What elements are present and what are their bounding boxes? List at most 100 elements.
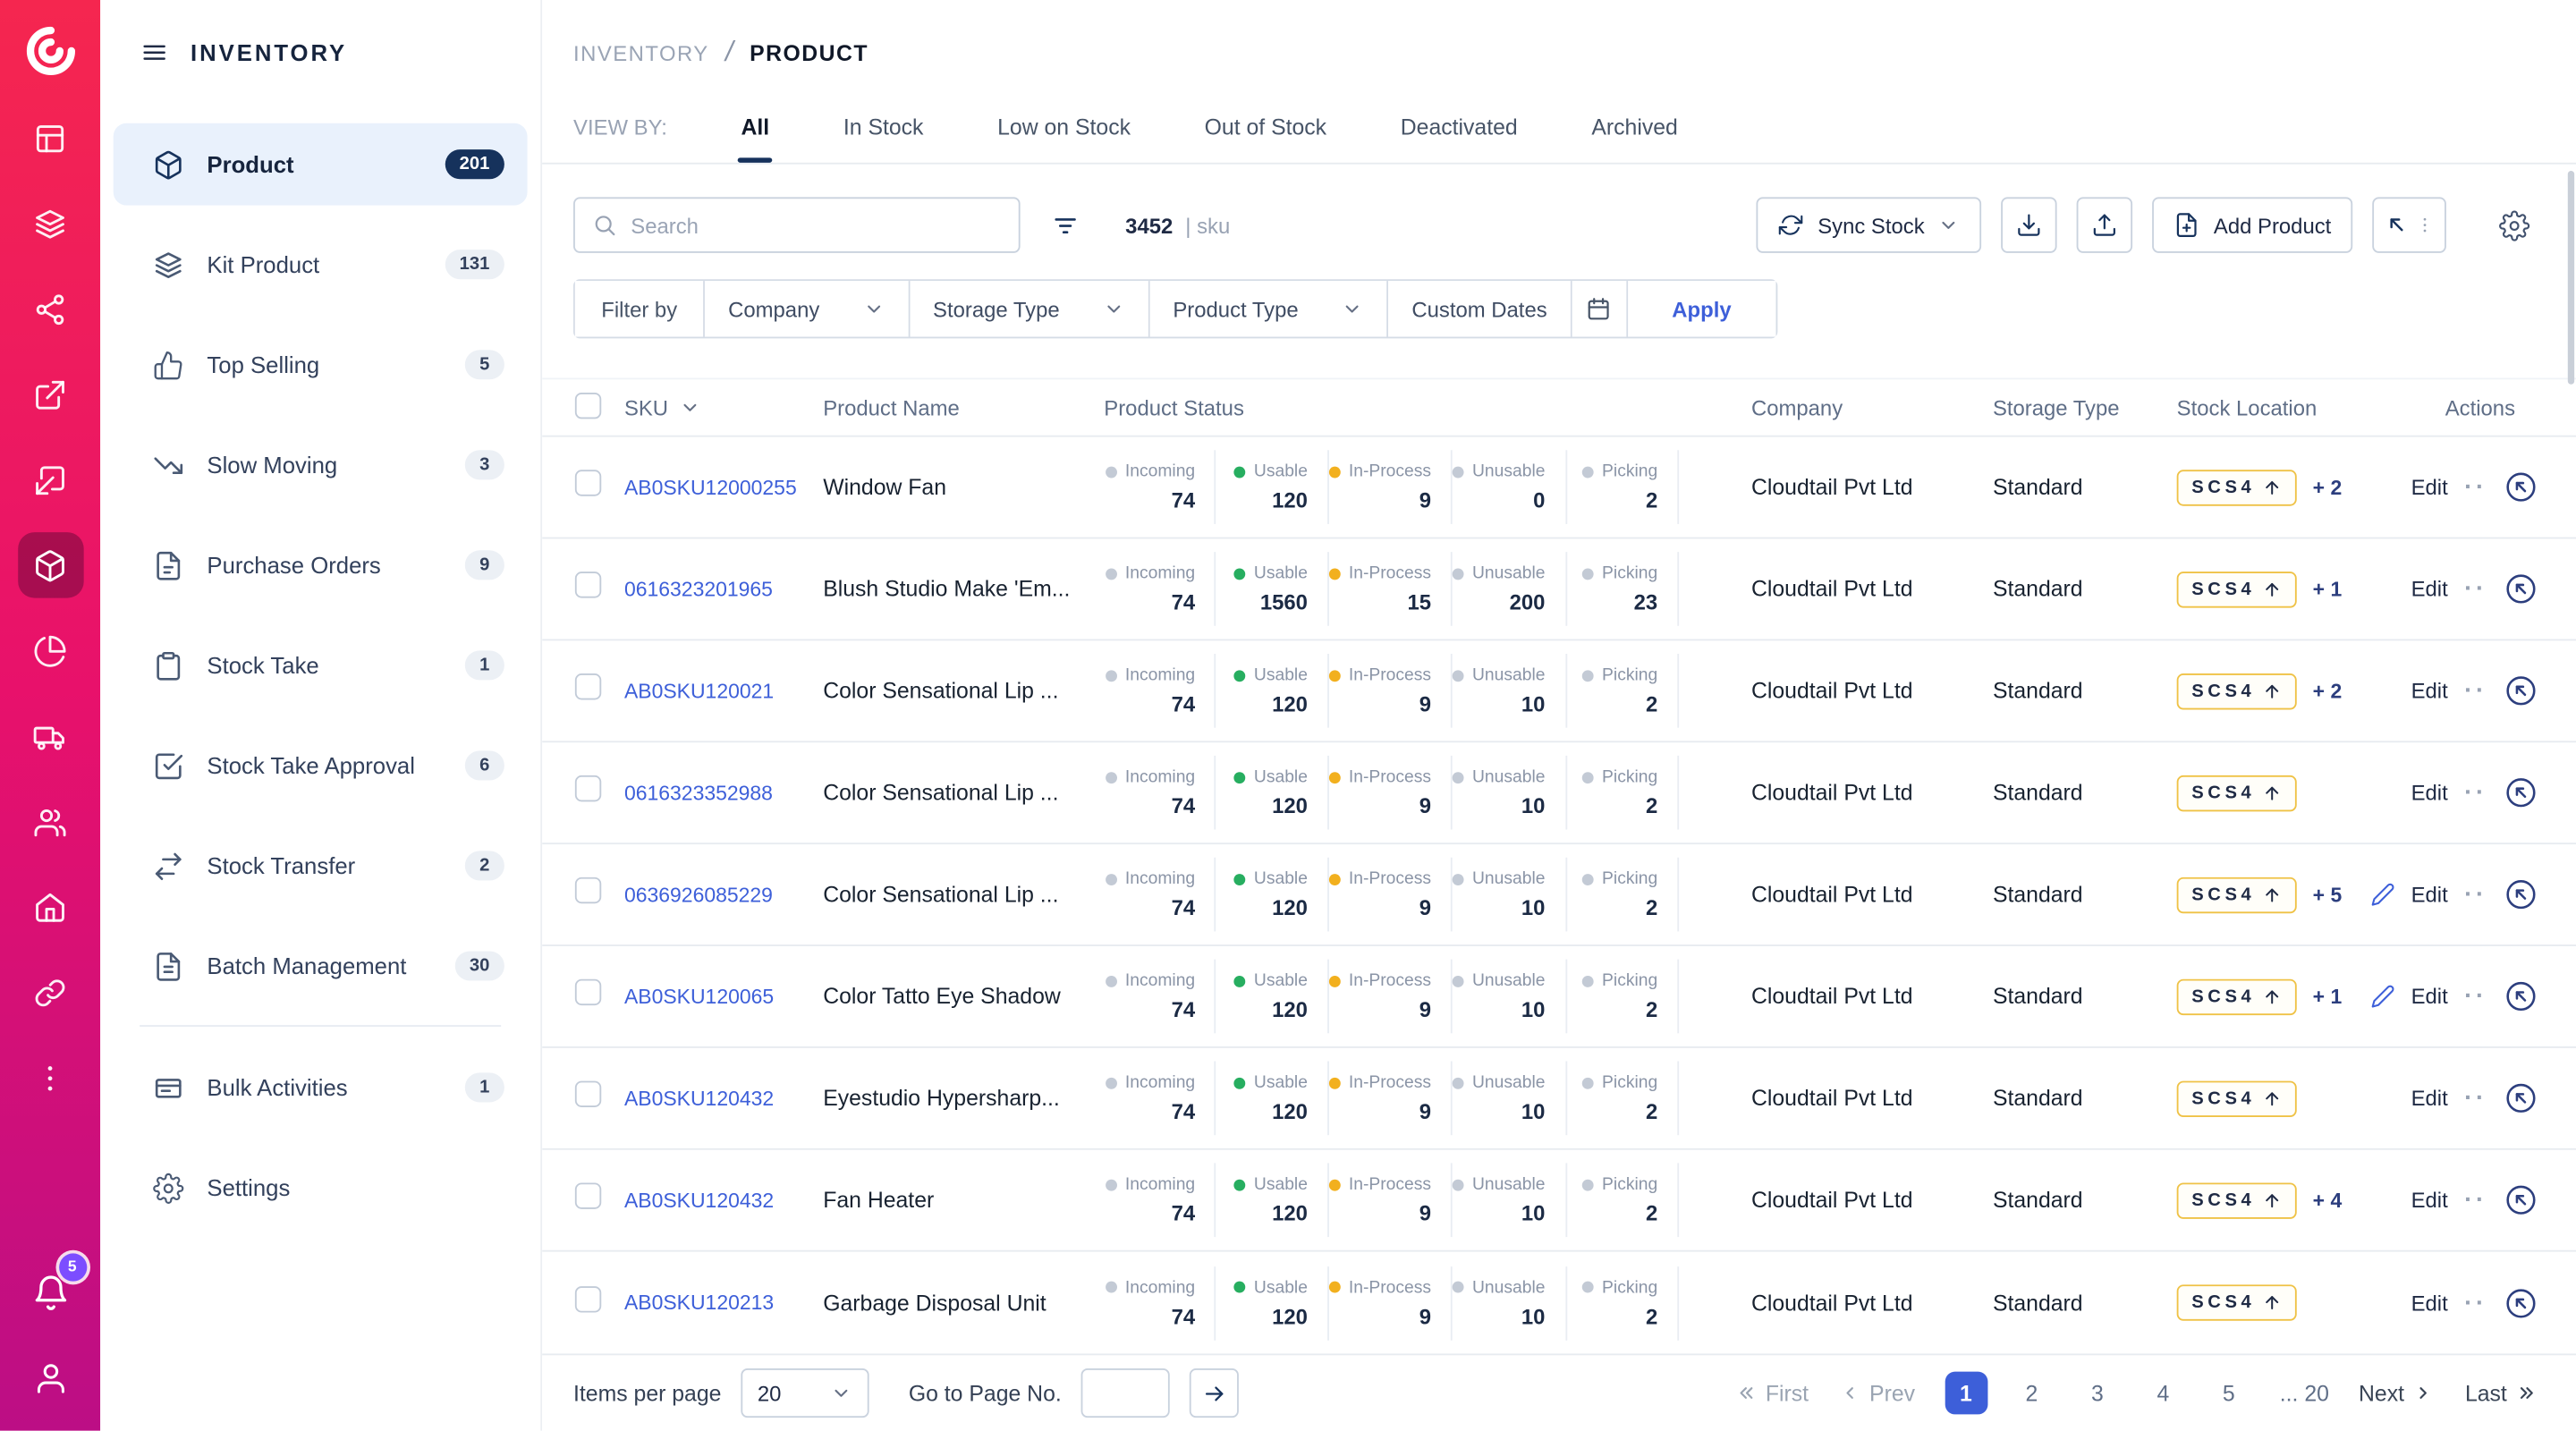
open-product-icon[interactable] xyxy=(2504,673,2538,708)
first-page-button[interactable]: First xyxy=(1734,1381,1809,1406)
profile-button[interactable] xyxy=(21,1349,80,1408)
sidebar-item-stock-take-approval[interactable]: Stock Take Approval6 xyxy=(114,724,528,807)
stock-location-pill[interactable]: SCS4 xyxy=(2177,1080,2297,1116)
edit-link[interactable]: Edit xyxy=(2411,780,2448,805)
sidebar-item-batch-management[interactable]: Batch Management30 xyxy=(114,925,528,1007)
row-checkbox[interactable] xyxy=(575,979,601,1005)
open-product-icon[interactable] xyxy=(2504,470,2538,504)
page-2[interactable]: 2 xyxy=(2011,1372,2054,1415)
sku-link[interactable]: AB0SKU120065 xyxy=(624,985,774,1008)
sidebar-item-top-selling[interactable]: Top Selling5 xyxy=(114,324,528,406)
row-checkbox[interactable] xyxy=(575,1182,601,1208)
open-product-icon[interactable] xyxy=(2504,979,2538,1014)
sync-stock-button[interactable]: Sync Stock xyxy=(1757,197,1982,252)
more-options-icon[interactable]: ·· xyxy=(2464,1188,2487,1213)
row-checkbox[interactable] xyxy=(575,1285,601,1311)
rail-item-home[interactable] xyxy=(17,874,82,939)
rail-item-dashboard[interactable] xyxy=(17,106,82,171)
edit-link[interactable]: Edit xyxy=(2411,1188,2448,1213)
prev-page-button[interactable]: Prev xyxy=(1838,1381,1915,1406)
location-more-link[interactable]: + 1 xyxy=(2313,578,2343,601)
stock-location-pill[interactable]: SCS4 xyxy=(2177,1284,2297,1320)
more-options-icon[interactable]: ·· xyxy=(2464,1291,2487,1316)
edit-link[interactable]: Edit xyxy=(2411,882,2448,907)
page-5[interactable]: 5 xyxy=(2207,1372,2250,1415)
more-options-icon[interactable]: ·· xyxy=(2464,780,2487,805)
stock-location-pill[interactable]: SCS4 xyxy=(2177,978,2297,1014)
more-options-icon[interactable]: ·· xyxy=(2464,1086,2487,1111)
edit-link[interactable]: Edit xyxy=(2411,1086,2448,1111)
sku-link[interactable]: 0636926085229 xyxy=(624,883,773,906)
open-product-icon[interactable] xyxy=(2504,1182,2538,1217)
pencil-icon[interactable] xyxy=(2370,882,2395,907)
stock-location-pill[interactable]: SCS4 xyxy=(2177,775,2297,810)
sidebar-item-kit-product[interactable]: Kit Product131 xyxy=(114,224,528,306)
sidebar-item-product[interactable]: Product201 xyxy=(114,123,528,206)
row-checkbox[interactable] xyxy=(575,775,601,801)
edit-link[interactable]: Edit xyxy=(2411,679,2448,704)
tab-out-of-stock[interactable]: Out of Stock xyxy=(1205,115,1326,163)
open-product-icon[interactable] xyxy=(2504,1285,2538,1320)
stock-location-pill[interactable]: SCS4 xyxy=(2177,571,2297,606)
sidebar-item-stock-transfer[interactable]: Stock Transfer2 xyxy=(114,825,528,907)
add-product-button[interactable]: Add Product xyxy=(2153,197,2352,252)
pencil-icon[interactable] xyxy=(2370,984,2395,1009)
tab-in-stock[interactable]: In Stock xyxy=(843,115,924,163)
page-3[interactable]: 3 xyxy=(2076,1372,2119,1415)
custom-dates-filter[interactable]: Custom Dates xyxy=(1389,281,1572,336)
location-more-link[interactable]: + 1 xyxy=(2313,985,2343,1008)
brand-logo[interactable] xyxy=(22,23,78,79)
search-input[interactable] xyxy=(631,213,1002,238)
sku-link[interactable]: AB0SKU120432 xyxy=(624,1087,774,1110)
sidebar-item-stock-take[interactable]: Stock Take1 xyxy=(114,624,528,707)
rail-item-import[interactable] xyxy=(17,447,82,512)
rail-item-pie-chart[interactable] xyxy=(17,618,82,683)
scrollbar-thumb[interactable] xyxy=(2568,171,2574,385)
tab-low-on-stock[interactable]: Low on Stock xyxy=(997,115,1131,163)
location-more-link[interactable]: + 4 xyxy=(2313,1189,2343,1212)
sku-link[interactable]: 0616323201965 xyxy=(624,578,773,601)
open-product-icon[interactable] xyxy=(2504,775,2538,810)
tab-all[interactable]: All xyxy=(741,115,770,163)
sku-link[interactable]: AB0SKU120021 xyxy=(624,679,774,702)
rail-item-layers[interactable] xyxy=(17,191,82,256)
page-ellipsis[interactable]: ... 20 xyxy=(2280,1381,2329,1406)
last-page-button[interactable]: Last xyxy=(2465,1381,2538,1406)
select-all-checkbox[interactable] xyxy=(575,392,601,418)
rail-item-package[interactable] xyxy=(17,532,82,597)
notifications-button[interactable]: 5 xyxy=(21,1263,80,1322)
calendar-button[interactable] xyxy=(1572,281,1627,336)
open-product-icon[interactable] xyxy=(2504,572,2538,606)
page-1[interactable]: 1 xyxy=(1945,1372,1987,1415)
edit-link[interactable]: Edit xyxy=(2411,1291,2448,1316)
filter-company[interactable]: Company xyxy=(705,281,910,336)
sidebar-item-slow-moving[interactable]: Slow Moving3 xyxy=(114,424,528,506)
filter-storage-type[interactable]: Storage Type xyxy=(910,281,1149,336)
rail-item-export[interactable] xyxy=(17,361,82,427)
row-checkbox[interactable] xyxy=(575,1081,601,1107)
rail-item-truck[interactable] xyxy=(17,703,82,768)
edit-link[interactable]: Edit xyxy=(2411,984,2448,1009)
goto-page-button[interactable] xyxy=(1190,1368,1239,1418)
edit-link[interactable]: Edit xyxy=(2411,577,2448,602)
row-checkbox[interactable] xyxy=(575,673,601,699)
more-options-icon[interactable]: ·· xyxy=(2464,679,2487,704)
edit-link[interactable]: Edit xyxy=(2411,475,2448,500)
header-sku[interactable]: SKU xyxy=(624,395,823,420)
tab-archived[interactable]: Archived xyxy=(1591,115,1677,163)
sku-link[interactable]: AB0SKU120213 xyxy=(624,1291,774,1315)
stock-location-pill[interactable]: SCS4 xyxy=(2177,673,2297,708)
apply-button[interactable]: Apply xyxy=(1628,281,1776,336)
row-checkbox[interactable] xyxy=(575,572,601,597)
location-more-link[interactable]: + 5 xyxy=(2313,883,2343,906)
goto-page-input[interactable] xyxy=(1081,1368,1170,1418)
rail-item-link[interactable] xyxy=(17,960,82,1025)
menu-icon[interactable] xyxy=(140,37,169,66)
items-per-page-select[interactable]: 20 xyxy=(741,1368,869,1418)
open-product-icon[interactable] xyxy=(2504,1081,2538,1116)
next-page-button[interactable]: Next xyxy=(2359,1381,2436,1406)
expand-button[interactable] xyxy=(2372,197,2446,252)
sidebar-item-settings[interactable]: Settings xyxy=(114,1147,528,1229)
more-options-icon[interactable]: ·· xyxy=(2464,475,2487,500)
page-4[interactable]: 4 xyxy=(2141,1372,2184,1415)
